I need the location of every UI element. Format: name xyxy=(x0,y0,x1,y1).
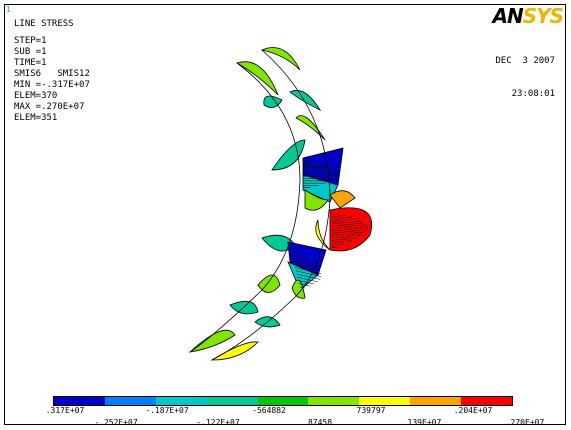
stress-lobe xyxy=(236,61,279,96)
stress-lobe xyxy=(289,90,322,111)
legend-label: -.252E+07 xyxy=(94,418,138,427)
legend-label: -564882 xyxy=(252,406,286,415)
contour-legend-labels: .317E+07 -.187E+07 -564882 739797 .204E+07 -.… xyxy=(0,406,571,430)
contour-legend-bar xyxy=(53,396,513,406)
stress-lobe xyxy=(271,139,306,171)
legend-segment xyxy=(359,397,411,405)
stress-lobe xyxy=(260,47,301,71)
legend-segment xyxy=(54,397,105,405)
legend-segment xyxy=(155,397,207,405)
stress-lobe xyxy=(257,274,281,293)
legend-label: .270E+07 xyxy=(505,418,545,427)
legend-label: -.122E+07 xyxy=(196,418,240,427)
legend-segment xyxy=(104,397,156,405)
stress-lobe xyxy=(329,190,356,209)
legend-label: -.187E+07 xyxy=(145,406,189,415)
legend-segment xyxy=(206,397,258,405)
stress-lobe xyxy=(188,329,236,353)
stress-lobe xyxy=(329,207,372,252)
legend-segment xyxy=(257,397,309,405)
legend-label: 87458 xyxy=(307,418,333,427)
legend-label: .139E+07 xyxy=(402,418,442,427)
legend-label: 739797 xyxy=(356,406,386,415)
legend-segment xyxy=(308,397,360,405)
line-stress-plot xyxy=(188,47,372,361)
legend-label: .317E+07 xyxy=(45,406,85,415)
stress-lobe xyxy=(229,300,259,315)
stress-lobe xyxy=(210,341,259,361)
legend-segment xyxy=(410,397,462,405)
legend-segment xyxy=(461,397,513,405)
legend-label: .204E+07 xyxy=(453,406,493,415)
